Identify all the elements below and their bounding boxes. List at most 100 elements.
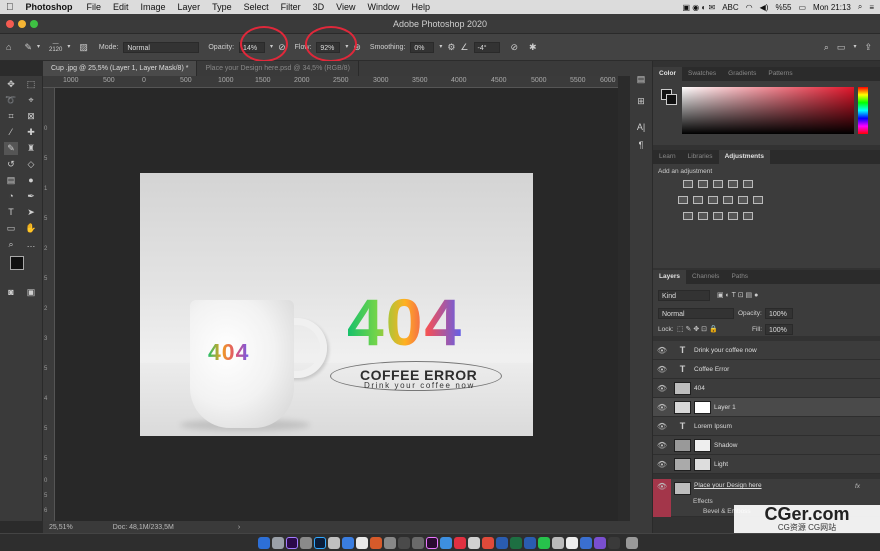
- close-button[interactable]: [6, 20, 14, 28]
- document-canvas[interactable]: 404 404 COFFEE ERROR Drink your coffee n…: [140, 173, 533, 436]
- tab-libraries[interactable]: Libraries: [682, 150, 719, 164]
- wifi-icon[interactable]: ◠: [746, 3, 753, 12]
- app-icon[interactable]: [398, 537, 410, 549]
- bg-swatch[interactable]: [666, 94, 677, 105]
- history-icon[interactable]: ▤: [634, 73, 648, 86]
- layer-row-selected[interactable]: 👁 Layer 1: [653, 398, 880, 417]
- app-icon[interactable]: [552, 537, 564, 549]
- layer-row[interactable]: 👁 404: [653, 379, 880, 398]
- quick-select-icon[interactable]: ⌖: [24, 94, 38, 107]
- clock[interactable]: Mon 21:13: [813, 3, 851, 12]
- menu-image[interactable]: Image: [141, 2, 166, 12]
- hue-slider[interactable]: [858, 87, 868, 134]
- properties-icon[interactable]: ⊞: [634, 95, 648, 108]
- angle-field[interactable]: -4°: [473, 41, 500, 53]
- menu-layer[interactable]: Layer: [178, 2, 201, 12]
- finder-icon[interactable]: [258, 537, 270, 549]
- app-icon[interactable]: [440, 537, 452, 549]
- kind-filter[interactable]: Kind: [658, 290, 710, 301]
- menu-file[interactable]: File: [87, 2, 102, 12]
- app-icon[interactable]: [524, 537, 536, 549]
- app-icon[interactable]: [300, 537, 312, 549]
- angle-icon[interactable]: ∠: [460, 42, 468, 52]
- tab-paths[interactable]: Paths: [725, 270, 754, 284]
- posterize-icon[interactable]: [698, 212, 708, 220]
- eye-icon[interactable]: 👁: [653, 384, 671, 393]
- selective-color-icon[interactable]: [743, 212, 753, 220]
- blend-mode-select[interactable]: Normal: [658, 308, 734, 319]
- levels-icon[interactable]: [698, 180, 708, 188]
- keyboard-input[interactable]: ABC: [722, 3, 738, 12]
- word-icon[interactable]: [496, 537, 508, 549]
- apple-icon[interactable]: : [6, 2, 14, 13]
- lock-icons[interactable]: ⬚ ✎ ✥ ⊡ 🔒: [677, 325, 718, 333]
- workspace-icon[interactable]: ▭: [837, 42, 846, 52]
- app-icon[interactable]: [412, 537, 424, 549]
- brush-preset[interactable]: — 2120: [49, 41, 62, 53]
- minimize-button[interactable]: [18, 20, 26, 28]
- menu-app-name[interactable]: Photoshop: [26, 2, 73, 12]
- fx-icon[interactable]: fx: [855, 483, 860, 490]
- filter-icons[interactable]: ▣ ◐ T ⊡ ▤ ●: [717, 291, 758, 299]
- eye-icon[interactable]: 👁: [653, 441, 671, 450]
- menu-edit[interactable]: Edit: [113, 2, 129, 12]
- eye-icon[interactable]: 👁: [653, 422, 671, 431]
- tab-channels[interactable]: Channels: [686, 270, 725, 284]
- smoothing-field[interactable]: 0%: [410, 41, 435, 53]
- search-icon[interactable]: ⌕: [858, 2, 862, 12]
- eye-icon[interactable]: 👁: [653, 482, 671, 491]
- app-icon[interactable]: [342, 537, 354, 549]
- layer-row[interactable]: 👁 T Drink your coffee now: [653, 341, 880, 360]
- list-icon[interactable]: ≡: [869, 3, 874, 12]
- premiere-icon[interactable]: [426, 537, 438, 549]
- eyedropper-icon[interactable]: ⁄: [4, 126, 18, 139]
- gear-icon[interactable]: ⚙: [447, 42, 455, 52]
- more-tools-icon[interactable]: …: [24, 238, 38, 251]
- character-icon[interactable]: A|: [634, 121, 648, 134]
- app-icon[interactable]: [566, 537, 578, 549]
- foreground-color-swatch[interactable]: [10, 256, 24, 270]
- chevron-down-icon[interactable]: ▾: [37, 43, 40, 52]
- menu-help[interactable]: Help: [411, 2, 430, 12]
- crop-tool-icon[interactable]: ⌗: [4, 110, 18, 123]
- eye-icon[interactable]: 👁: [653, 346, 671, 355]
- tab-color[interactable]: Color: [653, 67, 682, 81]
- app-icon[interactable]: [328, 537, 340, 549]
- tab-learn[interactable]: Learn: [653, 150, 682, 164]
- shape-tool-icon[interactable]: ▭: [4, 222, 18, 235]
- invert-icon[interactable]: [683, 212, 693, 220]
- symmetry-icon[interactable]: ✱: [529, 42, 537, 52]
- tab-gradients[interactable]: Gradients: [722, 67, 762, 81]
- marquee-tool-icon[interactable]: ⬚: [24, 78, 38, 91]
- mode-select[interactable]: Normal: [123, 41, 200, 53]
- app-icon[interactable]: [608, 537, 620, 549]
- layer-row[interactable]: 👁 T Coffee Error: [653, 360, 880, 379]
- viber-icon[interactable]: [594, 537, 606, 549]
- tab-cup[interactable]: Cup .jpg @ 25,5% (Layer 1, Layer Mask/8)…: [43, 61, 198, 76]
- frame-tool-icon[interactable]: ⊠: [24, 110, 38, 123]
- status-arrow[interactable]: ›: [238, 524, 240, 531]
- screen-mode-icon[interactable]: ▣: [24, 286, 38, 299]
- layer-mask-thumbnail[interactable]: [694, 457, 711, 471]
- tab-adjustments[interactable]: Adjustments: [718, 150, 770, 164]
- menu-window[interactable]: Window: [367, 2, 399, 12]
- photoshop-icon[interactable]: [314, 537, 326, 549]
- hue-sat-icon[interactable]: [678, 196, 688, 204]
- threshold-icon[interactable]: [713, 212, 723, 220]
- status-icons[interactable]: ▣ ◉ ◐ ✉: [682, 3, 715, 12]
- chevron-down-icon[interactable]: ▾: [67, 43, 70, 52]
- tab-layers[interactable]: Layers: [653, 270, 686, 284]
- hand-tool-icon[interactable]: ✋: [24, 222, 38, 235]
- chevron-down-icon[interactable]: ▾: [853, 43, 856, 52]
- dodge-icon[interactable]: ◔: [4, 190, 18, 203]
- layer-row[interactable]: 👁 T Lorem Ipsum: [653, 417, 880, 436]
- curves-icon[interactable]: [713, 180, 723, 188]
- share-icon[interactable]: ⇪: [864, 42, 872, 52]
- battery-percent[interactable]: %55: [775, 3, 791, 12]
- color-picker-field[interactable]: [682, 87, 854, 134]
- menu-filter[interactable]: Filter: [281, 2, 301, 12]
- launchpad-icon[interactable]: [272, 537, 284, 549]
- channel-mixer-icon[interactable]: [738, 196, 748, 204]
- healing-brush-icon[interactable]: ✚: [24, 126, 38, 139]
- layer-row[interactable]: 👁 Light: [653, 455, 880, 474]
